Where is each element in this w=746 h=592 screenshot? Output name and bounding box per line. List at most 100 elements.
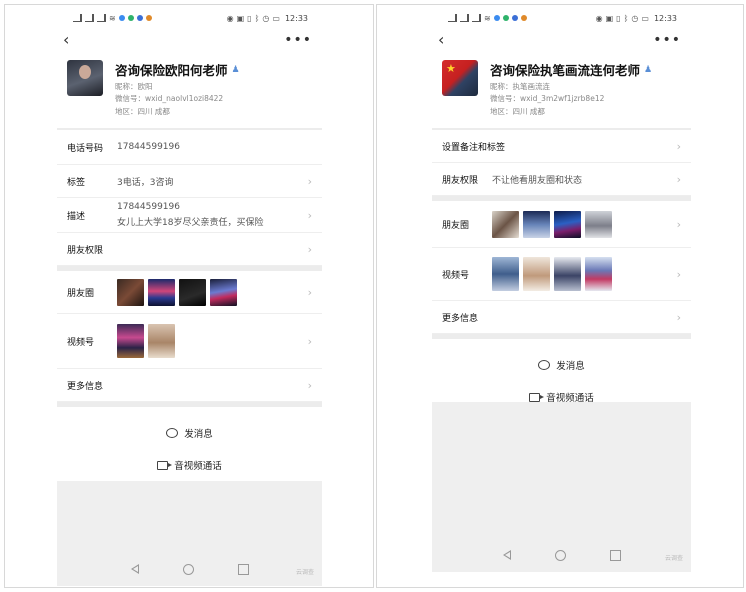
status-time: 12:33 — [284, 13, 308, 23]
back-chevron-icon[interactable]: ‹ — [438, 32, 444, 48]
app-dot-icon — [520, 15, 527, 21]
contact-name: 咨询保险欧阳何老师 ♟ — [115, 60, 240, 79]
profile-header: 咨询保险执笔画流连何老师 ♟ 昵称：执笔画流连 微信号：wxid_3m2wf1j… — [432, 52, 691, 128]
tag-row[interactable]: 标签 3电话，3咨询 › — [57, 165, 322, 199]
moments-thumbnail[interactable] — [585, 210, 612, 238]
nickname: 昵称：欧阳 — [115, 82, 153, 91]
app-dot-icon — [502, 15, 509, 21]
channels-row[interactable]: 视频号 › — [57, 314, 322, 370]
description-label: 描述 — [67, 211, 86, 222]
chevron-right-icon: › — [676, 217, 681, 231]
app-dot-icon — [136, 15, 143, 21]
avatar[interactable] — [442, 60, 478, 96]
app-dot-icon — [118, 15, 125, 21]
chevron-right-icon: › — [307, 285, 312, 299]
more-info-row[interactable]: 更多信息 › — [432, 301, 691, 335]
moments-thumbnail[interactable] — [210, 278, 237, 306]
chevron-right-icon: › — [307, 378, 312, 392]
signal-icon — [85, 14, 94, 22]
status-time: 12:33 — [653, 13, 677, 23]
send-message-button[interactable]: 发消息 — [538, 349, 585, 381]
video-camera-icon — [157, 460, 173, 470]
description-line: 17844599196 — [117, 202, 180, 213]
channels-thumbnail[interactable] — [492, 257, 519, 292]
tag-value: 3电话，3咨询 — [117, 177, 174, 188]
phone-label: 电话号码 — [67, 143, 104, 154]
more-options-icon[interactable]: ••• — [284, 33, 312, 47]
person-icon: ♟ — [644, 64, 653, 75]
nav-home-icon[interactable] — [554, 549, 566, 561]
nav-home-icon[interactable] — [182, 563, 194, 575]
gray-area: 云调查 — [57, 481, 322, 586]
friend-permission-label: 朋友权限 — [67, 245, 104, 256]
channels-thumbnail[interactable] — [585, 257, 612, 292]
battery-icon: ▭ — [641, 13, 649, 23]
send-message-label: 发消息 — [184, 429, 213, 441]
moments-thumbnail[interactable] — [492, 210, 519, 238]
channels-thumbnail[interactable] — [148, 324, 175, 359]
channels-thumbnail[interactable] — [117, 324, 144, 359]
chevron-right-icon: › — [307, 334, 312, 348]
video-call-label: 音视频通话 — [174, 461, 222, 473]
region: 地区：四川 成都 — [490, 106, 545, 116]
nickname: 昵称：执笔画流连 — [490, 82, 550, 91]
wechat-id: 微信号：wxid_naolvl1ozi8422 — [115, 94, 224, 104]
bluetooth-icon: ᛒ — [623, 13, 629, 23]
app-dot-icon — [511, 15, 518, 21]
description-row[interactable]: 描述 17844599196 女儿上大学18岁尽父亲责任，买保险 › — [57, 198, 322, 234]
vibrate-icon: ▯ — [247, 13, 252, 23]
channels-label: 视频号 — [442, 270, 470, 281]
more-info-row[interactable]: 更多信息 › — [57, 369, 322, 403]
signal-icon — [472, 14, 481, 22]
eye-icon: ◉ — [595, 13, 603, 23]
nav-bar: ‹ ••• — [432, 28, 691, 52]
send-message-button[interactable]: 发消息 — [166, 417, 213, 449]
nav-back-icon[interactable] — [130, 564, 139, 574]
channels-thumbnail[interactable] — [554, 257, 581, 292]
wifi-icon: ≋ — [484, 13, 491, 23]
bluetooth-icon: ᛒ — [254, 13, 260, 23]
watermark: 云调查 — [664, 555, 683, 562]
channels-thumbnail[interactable] — [523, 257, 550, 292]
moments-row[interactable]: 朋友圈 › — [432, 201, 691, 249]
moments-thumbnail[interactable] — [554, 210, 581, 238]
chat-bubble-icon — [538, 360, 551, 371]
remark-tags-row[interactable]: 设置备注和标签 › — [432, 130, 691, 164]
channels-row[interactable]: 视频号 › — [432, 248, 691, 302]
chevron-right-icon: › — [307, 208, 312, 222]
phone-value[interactable]: 17844599196 — [117, 142, 312, 152]
moments-row[interactable]: 朋友圈 › — [57, 271, 322, 315]
app-dot-icon — [145, 15, 152, 21]
moments-thumbnail[interactable] — [117, 278, 144, 306]
battery-icon: ▭ — [272, 13, 280, 23]
status-bar: ≋ ◉ ▣ ▯ ᛒ ◷ ▭ 12:33 — [432, 8, 691, 28]
signal-icon — [460, 14, 469, 22]
phone-row[interactable]: 电话号码 17844599196 — [57, 130, 322, 166]
watermark: 云调查 — [295, 569, 314, 576]
friend-permission-label: 朋友权限 — [442, 175, 479, 186]
nav-recent-icon[interactable] — [609, 549, 621, 561]
video-call-button[interactable]: 音视频通话 — [157, 449, 222, 481]
video-camera-icon — [529, 392, 545, 402]
contact-name: 咨询保险执笔画流连何老师 ♟ — [490, 60, 652, 79]
moments-thumbnail[interactable] — [523, 210, 550, 238]
nav-recent-icon[interactable] — [237, 563, 249, 575]
avatar[interactable] — [67, 60, 103, 96]
moments-thumbnail[interactable] — [179, 278, 206, 306]
chat-bubble-icon — [166, 428, 179, 439]
person-icon: ♟ — [231, 64, 240, 75]
friend-permission-row[interactable]: 朋友权限 不让他看朋友圈和状态 › — [432, 163, 691, 197]
description-line: 女儿上大学18岁尽父亲责任，买保险 — [117, 218, 264, 229]
more-options-icon[interactable]: ••• — [653, 33, 681, 47]
nfc-icon: ▣ — [605, 13, 614, 23]
back-chevron-icon[interactable]: ‹ — [63, 32, 69, 48]
friend-permission-row[interactable]: 朋友权限 › — [57, 233, 322, 267]
chevron-right-icon: › — [676, 172, 681, 186]
left-phone-screen: ≋ ◉ ▣ ▯ ᛒ ◷ ▭ 12:33 ‹ ••• 咨询保险欧阳何老师 ♟ 昵称… — [57, 8, 322, 586]
moments-thumbnail[interactable] — [148, 278, 175, 306]
remark-tags-label: 设置备注和标签 — [442, 142, 506, 153]
more-info-label: 更多信息 — [67, 381, 104, 392]
signal-icon — [97, 14, 106, 22]
nav-back-icon[interactable] — [502, 550, 511, 560]
wifi-icon: ≋ — [109, 13, 116, 23]
